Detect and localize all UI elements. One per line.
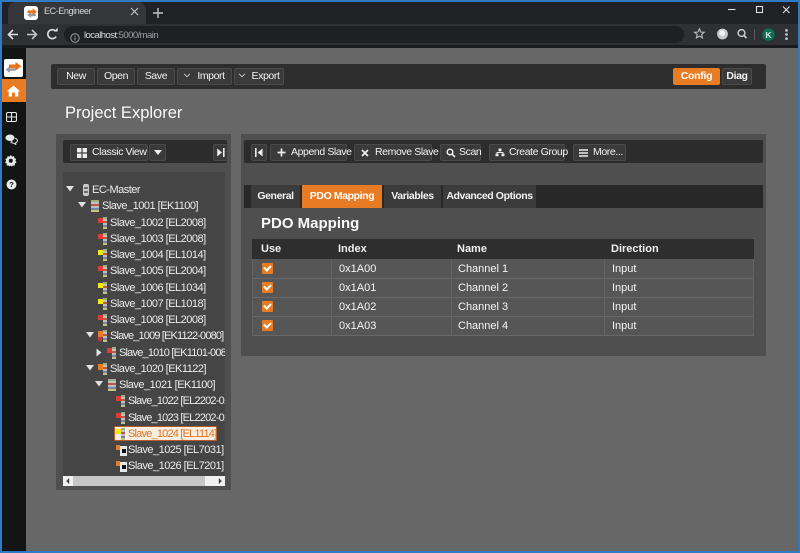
svg-text:K: K: [765, 30, 772, 40]
svg-text:?: ?: [9, 180, 14, 189]
